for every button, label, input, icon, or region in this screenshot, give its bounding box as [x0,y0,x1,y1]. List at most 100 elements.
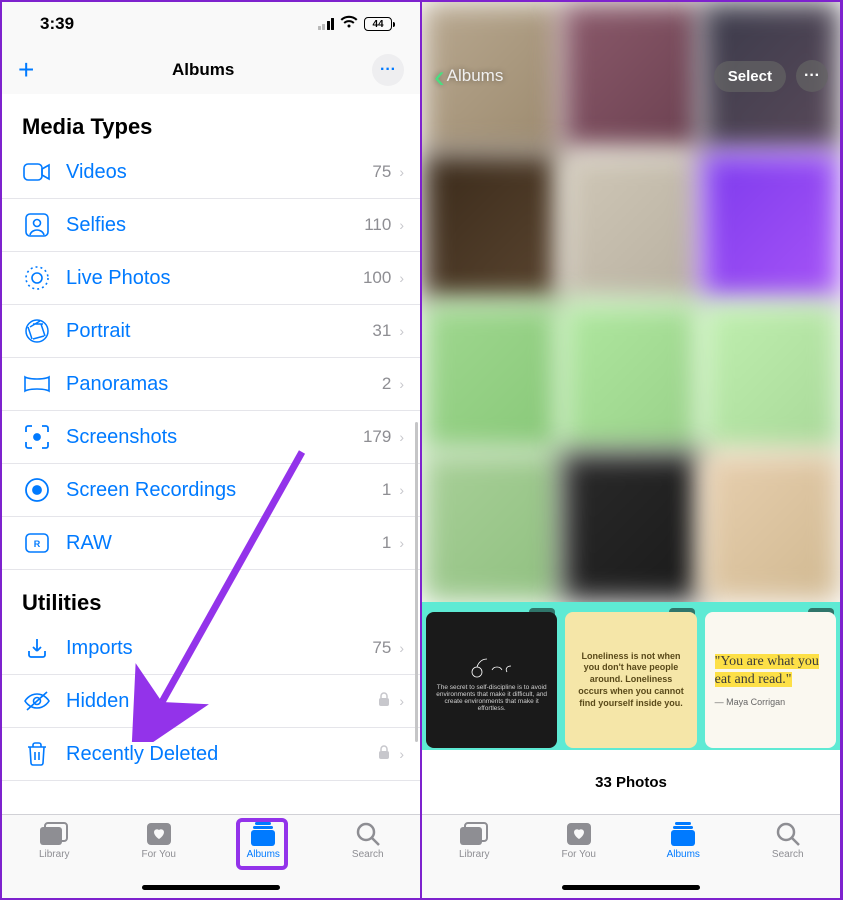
row-count: 100 [363,268,391,288]
lock-icon [377,691,391,712]
row-count: 1 [382,480,391,500]
chevron-right-icon: › [399,217,404,233]
photo-thumbnail[interactable] [561,452,700,602]
row-count: 2 [382,374,391,394]
row-label: Live Photos [66,267,363,290]
row-hidden[interactable]: Hidden › [2,675,420,728]
chevron-right-icon: › [399,270,404,286]
chevron-right-icon: › [399,164,404,180]
photo-thumbnail[interactable] [422,302,561,452]
row-count: 31 [372,321,391,341]
chevron-right-icon: › [399,693,404,709]
left-phone-screenshot: 3:39 44 + Albums ··· Media Types Videos … [2,2,420,898]
annotation-box-albums [236,818,288,870]
wifi-icon [340,15,358,34]
more-button[interactable]: ··· [796,60,828,92]
chevron-right-icon: › [399,429,404,445]
row-screenshots[interactable]: Screenshots 179 › [2,411,420,464]
chevron-right-icon: › [399,376,404,392]
row-count: 1 [382,533,391,553]
photo-thumbnail[interactable] [701,302,840,452]
chevron-right-icon: › [399,323,404,339]
add-button[interactable]: + [18,54,34,86]
photo-thumbnail[interactable]: "You are what you eat and read." — Maya … [701,602,840,752]
tab-search[interactable]: Search [333,821,403,898]
row-screen-recordings[interactable]: Screen Recordings 1 › [2,464,420,517]
svg-text:R: R [34,539,41,549]
photo-thumbnail[interactable] [701,452,840,602]
section-utilities: Utilities [2,570,420,622]
section-media-types: Media Types [2,94,420,146]
photo-grid[interactable]: The secret to self-discipline is to avoi… [422,2,840,752]
row-portrait[interactable]: Portrait 31 › [2,305,420,358]
scrollbar[interactable] [415,422,418,742]
row-videos[interactable]: Videos 75 › [2,146,420,199]
aperture-icon [22,317,52,345]
row-label: Selfies [66,214,364,237]
battery-icon: 44 [364,17,392,31]
status-time: 3:39 [40,14,74,34]
back-button[interactable]: ‹ Albums [434,66,503,86]
photo-thumbnail[interactable] [701,152,840,302]
row-count: 110 [364,215,391,235]
person-square-icon [22,211,52,239]
cellular-signal-icon [318,18,335,30]
tab-label: Search [772,849,804,860]
row-panoramas[interactable]: Panoramas 2 › [2,358,420,411]
library-icon [38,821,70,847]
chevron-left-icon: ‹ [434,68,445,84]
photo-thumbnail[interactable] [561,302,700,452]
row-label: RAW [66,532,382,555]
photo-thumbnail[interactable] [561,152,700,302]
albums-stack-icon [667,821,699,847]
video-camera-icon [22,158,52,186]
quote-card: Loneliness is not when you don't have pe… [565,612,696,748]
back-label: Albums [447,66,504,86]
row-imports[interactable]: Imports 75 › [2,622,420,675]
photo-thumbnail[interactable] [422,452,561,602]
row-label: Screenshots [66,426,363,449]
record-circle-icon [22,476,52,504]
raw-badge-icon: R [22,529,52,557]
lock-icon [377,744,391,765]
eye-slash-icon [22,687,52,715]
scroll-content[interactable]: Media Types Videos 75 › Selfies 110 › Li… [2,94,420,814]
row-raw[interactable]: R RAW 1 › [2,517,420,570]
photo-count-footer: 33 Photos [422,750,840,814]
quote-card: The secret to self-discipline is to avoi… [426,612,557,748]
photo-thumbnail[interactable]: Loneliness is not when you don't have pe… [561,602,700,752]
select-button[interactable]: Select [714,61,786,92]
chevron-right-icon: › [399,482,404,498]
row-label: Imports [66,637,372,660]
row-live-photos[interactable]: Live Photos 100 › [2,252,420,305]
panorama-icon [22,370,52,398]
status-bar: 3:39 44 [2,2,420,46]
live-photo-icon [22,264,52,292]
tab-label: For You [562,849,596,860]
tab-library[interactable]: Library [439,821,509,898]
row-count: 75 [372,162,391,182]
row-label: Videos [66,161,372,184]
more-button[interactable]: ··· [372,54,404,86]
row-count: 75 [372,638,391,658]
tab-library[interactable]: Library [19,821,89,898]
row-selfies[interactable]: Selfies 110 › [2,199,420,252]
home-indicator[interactable] [142,885,280,890]
right-phone-screenshot: The secret to self-discipline is to avoi… [422,2,840,898]
row-label: Panoramas [66,373,382,396]
quote-card: "You are what you eat and read." — Maya … [705,612,836,748]
tab-search[interactable]: Search [753,821,823,898]
chevron-right-icon: › [399,640,404,656]
screenshot-icon [22,423,52,451]
row-label: Recently Deleted [66,743,377,766]
trash-icon [22,740,52,768]
photo-thumbnail[interactable]: The secret to self-discipline is to avoi… [422,602,561,752]
home-indicator[interactable] [562,885,700,890]
heart-square-icon [143,821,175,847]
photo-thumbnail[interactable] [422,152,561,302]
row-label: Screen Recordings [66,479,382,502]
tab-label: Albums [667,849,700,860]
row-recently-deleted[interactable]: Recently Deleted › [2,728,420,781]
tab-label: Search [352,849,384,860]
search-icon [352,821,384,847]
